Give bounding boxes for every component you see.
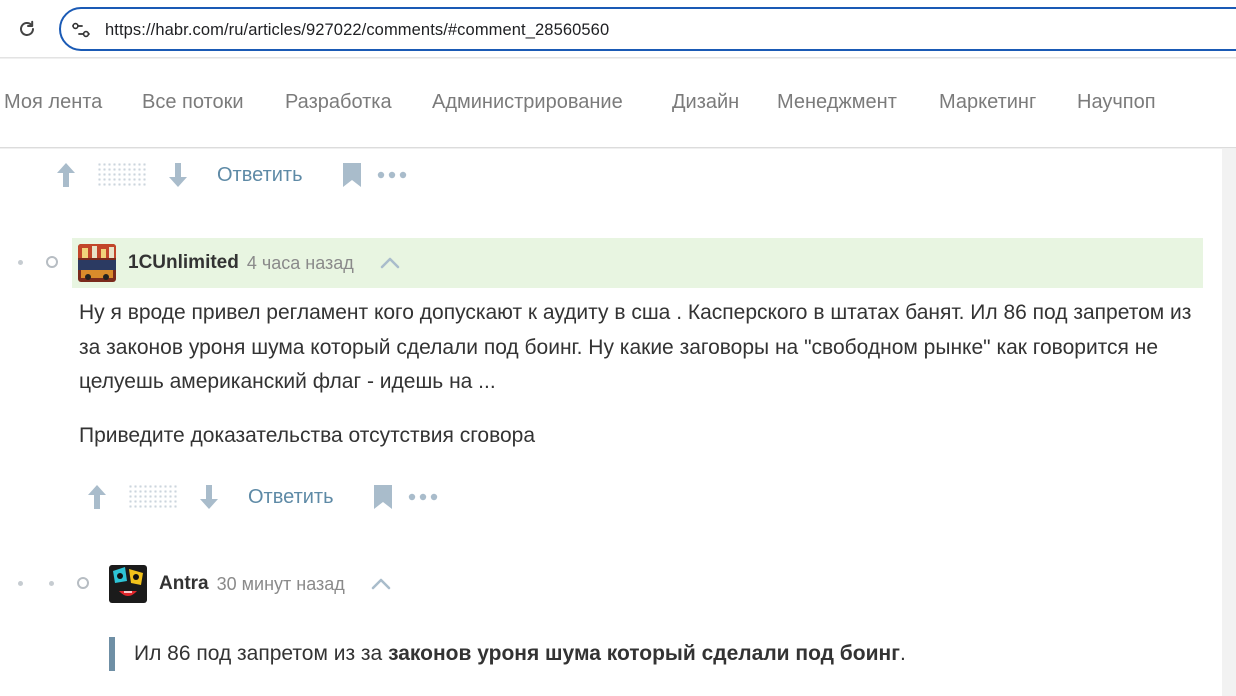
- comment-author[interactable]: 1CUnlimited: [128, 252, 239, 274]
- hub-navigation: Моя лента Все потоки Разработка Админист…: [0, 59, 1236, 148]
- chevron-up-icon[interactable]: [371, 578, 391, 590]
- comment-body: Ну я вроде привел регламент кого допуска…: [79, 301, 1192, 393]
- nav-item-all-streams[interactable]: Все потоки: [142, 91, 244, 114]
- comment-time[interactable]: 30 минут назад: [217, 574, 345, 595]
- browser-toolbar: https://habr.com/ru/articles/927022/comm…: [0, 0, 1236, 58]
- quote-text: Ил 86 под запретом из за: [134, 642, 389, 665]
- comment-header: Antra 30 минут назад: [103, 559, 503, 609]
- thread-dot: [49, 580, 54, 586]
- nav-item-development[interactable]: Разработка: [285, 91, 392, 114]
- nav-item-management[interactable]: Менеджмент: [777, 91, 897, 114]
- reply-button[interactable]: Ответить: [248, 486, 334, 509]
- nav-item-marketing[interactable]: Маркетинг: [939, 91, 1036, 114]
- comment-author[interactable]: Antra: [159, 573, 209, 595]
- quote-text-bold: законов уроня шума который сделали под б…: [388, 642, 900, 665]
- url-text[interactable]: https://habr.com/ru/articles/927022/comm…: [105, 21, 609, 40]
- nav-item-popular-science[interactable]: Научпоп: [1077, 91, 1156, 114]
- site-settings-icon[interactable]: [71, 20, 91, 40]
- chevron-up-icon[interactable]: [380, 257, 400, 269]
- more-icon[interactable]: [408, 493, 438, 501]
- bookmark-icon[interactable]: [372, 484, 394, 510]
- downvote-icon[interactable]: [197, 483, 221, 511]
- thread-dot: [18, 259, 23, 265]
- quote-text-tail: .: [899, 642, 906, 665]
- comment-time[interactable]: 4 часа назад: [247, 253, 354, 274]
- blockquote: Ил 86 под запретом из за законов уроня ш…: [109, 637, 906, 671]
- reply-button[interactable]: Ответить: [217, 164, 303, 187]
- nav-item-administration[interactable]: Администрирование: [432, 91, 623, 114]
- avatar[interactable]: [109, 565, 147, 603]
- reload-icon[interactable]: [14, 16, 40, 42]
- thread-indent: [18, 577, 89, 589]
- thread-indent: [18, 256, 58, 268]
- score-hidden: [128, 484, 178, 510]
- thread-ring[interactable]: [46, 256, 58, 268]
- comment-body-paragraph: Приведите доказательства отсутствия сгов…: [79, 424, 536, 447]
- comment-actions: Ответить: [54, 155, 407, 195]
- downvote-icon[interactable]: [166, 161, 190, 189]
- address-bar[interactable]: https://habr.com/ru/articles/927022/comm…: [59, 7, 1236, 51]
- thread-ring[interactable]: [77, 577, 89, 589]
- upvote-icon[interactable]: [85, 483, 109, 511]
- comment-actions: Ответить: [85, 477, 438, 517]
- nav-item-design[interactable]: Дизайн: [672, 91, 739, 114]
- avatar[interactable]: [78, 244, 116, 282]
- scrollbar-track[interactable]: [1222, 149, 1236, 696]
- score-hidden: [97, 162, 147, 188]
- nav-item-my-feed[interactable]: Моя лента: [4, 91, 102, 114]
- bookmark-icon[interactable]: [341, 162, 363, 188]
- upvote-icon[interactable]: [54, 161, 78, 189]
- thread-dot: [18, 580, 23, 586]
- comment-header-highlighted: 1CUnlimited 4 часа назад: [72, 238, 1203, 288]
- more-icon[interactable]: [377, 171, 407, 179]
